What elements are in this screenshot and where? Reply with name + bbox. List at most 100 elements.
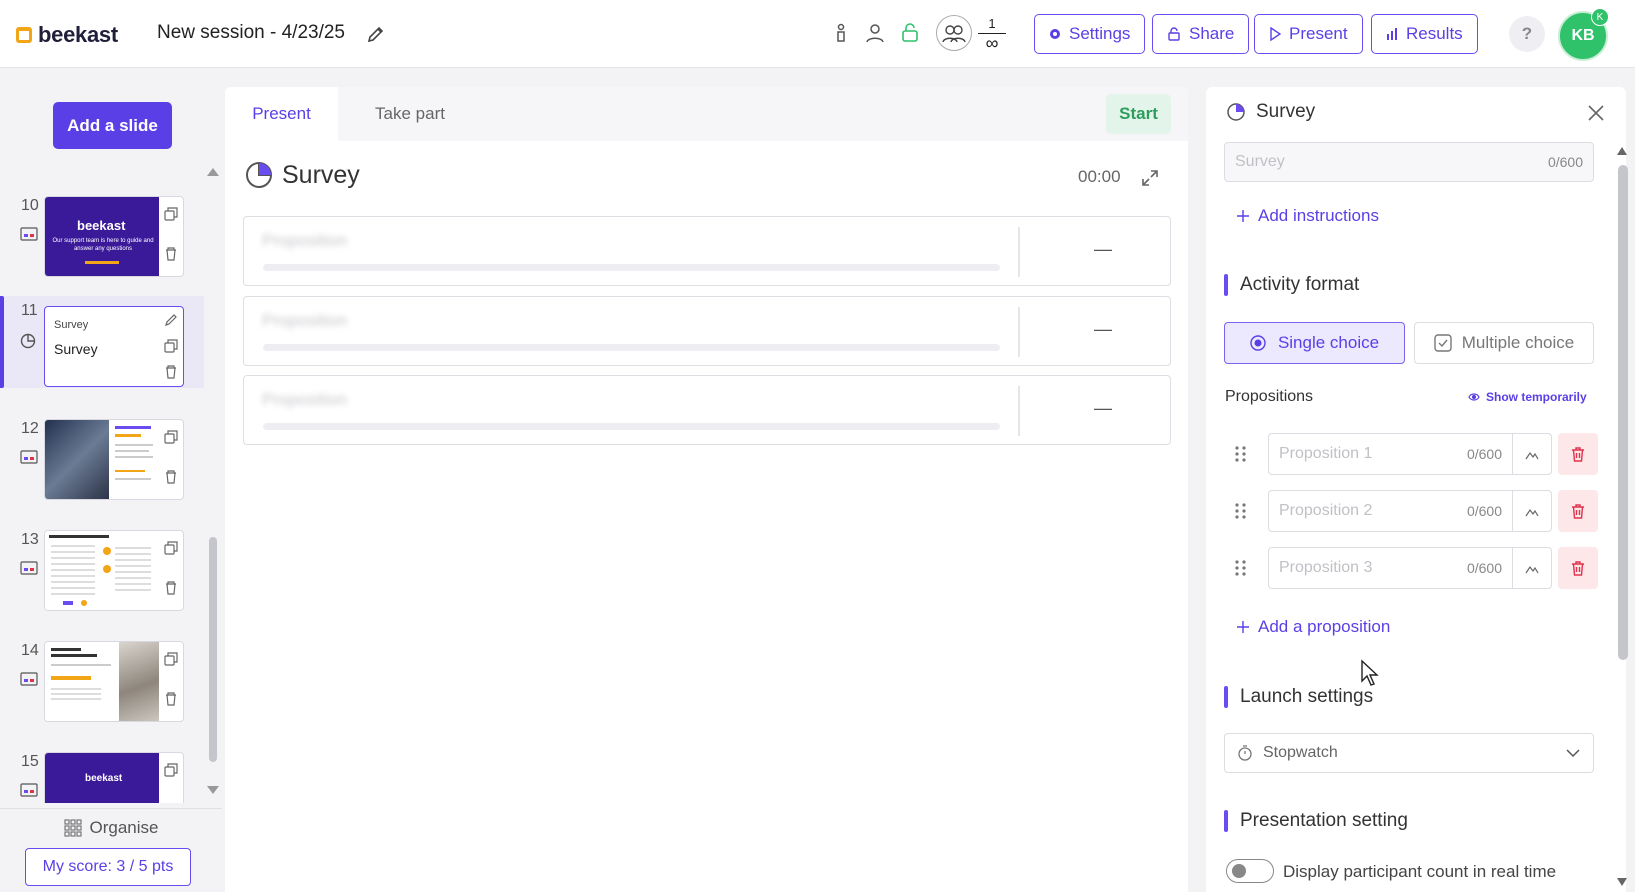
settings-button[interactable]: Settings bbox=[1034, 14, 1146, 54]
grid-icon bbox=[63, 818, 82, 837]
slide-thumbnail[interactable] bbox=[44, 641, 184, 722]
add-proposition-link[interactable]: Add a proposition bbox=[1236, 617, 1390, 637]
results-button[interactable]: Results bbox=[1371, 14, 1478, 54]
result-progress-bar bbox=[263, 264, 1000, 271]
edit-pencil-icon[interactable] bbox=[164, 313, 178, 327]
proposition-input[interactable]: Proposition 2 0/600 bbox=[1268, 490, 1513, 532]
slide-thumbnail[interactable]: Survey Survey bbox=[44, 306, 184, 387]
slide-thumbnail[interactable]: beekast Our support team is here to guid… bbox=[44, 196, 184, 277]
checkbox-icon bbox=[1434, 334, 1452, 352]
duplicate-icon[interactable] bbox=[164, 207, 178, 221]
beekast-logo[interactable]: beekast bbox=[16, 22, 118, 48]
start-button[interactable]: Start bbox=[1106, 94, 1171, 134]
proposition-input[interactable]: Proposition 3 0/600 bbox=[1268, 547, 1513, 589]
stopwatch-icon bbox=[1237, 745, 1253, 761]
trash-icon[interactable] bbox=[164, 581, 178, 595]
sidebar-scrollbar[interactable] bbox=[209, 537, 217, 762]
lock-icon bbox=[1167, 27, 1181, 41]
tab-present[interactable]: Present bbox=[225, 87, 338, 141]
char-counter: 0/600 bbox=[1466, 503, 1502, 519]
show-temporarily-link[interactable]: Show temporarily bbox=[1468, 390, 1587, 404]
slide-item[interactable]: 12 bbox=[0, 414, 205, 504]
duplicate-icon[interactable] bbox=[164, 430, 178, 444]
trash-icon[interactable] bbox=[164, 692, 178, 706]
drag-handle-icon[interactable] bbox=[1234, 445, 1248, 463]
duplicate-icon[interactable] bbox=[164, 763, 178, 777]
proposition-result-card: Proposition — bbox=[243, 375, 1171, 445]
scroll-up-arrow-icon[interactable] bbox=[206, 167, 220, 177]
slide-item-selected[interactable]: 11 Survey Survey bbox=[0, 296, 205, 388]
single-choice-option[interactable]: Single choice bbox=[1224, 322, 1405, 364]
participants-max: ∞ bbox=[985, 32, 999, 53]
trash-icon[interactable] bbox=[164, 247, 178, 261]
add-image-icon[interactable] bbox=[1512, 547, 1552, 589]
duplicate-icon[interactable] bbox=[164, 652, 178, 666]
add-slide-button[interactable]: Add a slide bbox=[53, 102, 172, 149]
avatar-badge: K bbox=[1591, 8, 1609, 26]
slide-thumbnail[interactable]: beekast bbox=[44, 752, 184, 803]
section-presentation-setting: Presentation setting bbox=[1224, 810, 1408, 832]
scroll-down-arrow-icon[interactable] bbox=[206, 785, 220, 795]
chevron-down-icon bbox=[1565, 745, 1581, 761]
multiple-choice-option[interactable]: Multiple choice bbox=[1414, 322, 1594, 364]
section-launch-settings: Launch settings bbox=[1224, 686, 1373, 708]
slide-number: 14 bbox=[21, 642, 39, 659]
mouse-cursor-icon bbox=[1360, 659, 1382, 687]
delete-proposition-icon[interactable] bbox=[1558, 547, 1598, 589]
result-progress-bar bbox=[263, 423, 1000, 430]
slide-thumbnail[interactable] bbox=[44, 530, 184, 611]
bar-chart-icon bbox=[1386, 28, 1398, 40]
slide-number: 15 bbox=[21, 753, 39, 770]
eye-icon bbox=[1468, 392, 1480, 402]
proposition-input[interactable]: Proposition 1 0/600 bbox=[1268, 433, 1513, 475]
slide-number: 10 bbox=[21, 197, 39, 214]
panel-scroll-up-arrow-icon[interactable] bbox=[1616, 146, 1628, 156]
result-value: — bbox=[1094, 319, 1112, 339]
trash-icon[interactable] bbox=[164, 365, 178, 379]
delete-proposition-icon[interactable] bbox=[1558, 490, 1598, 532]
participant-count-toggle[interactable] bbox=[1226, 859, 1274, 883]
slide-item[interactable]: 15 beekast bbox=[0, 747, 205, 803]
score-button[interactable]: My score: 3 / 5 pts bbox=[25, 848, 191, 886]
timer-display: 00:00 bbox=[1078, 167, 1121, 186]
char-counter: 0/600 bbox=[1547, 154, 1583, 170]
duplicate-icon[interactable] bbox=[164, 541, 178, 555]
lock-open-icon[interactable] bbox=[899, 22, 921, 44]
propositions-label: Propositions bbox=[1225, 388, 1314, 405]
slide-item[interactable]: 14 bbox=[0, 636, 205, 726]
panel-scroll-down-arrow-icon[interactable] bbox=[1616, 877, 1628, 887]
drag-handle-icon[interactable] bbox=[1234, 502, 1248, 520]
drag-handle-icon[interactable] bbox=[1234, 559, 1248, 577]
delete-proposition-icon[interactable] bbox=[1558, 433, 1598, 475]
content-slide-icon bbox=[20, 783, 38, 797]
edit-pencil-icon[interactable] bbox=[366, 24, 386, 44]
proposition-row: Proposition 3 0/600 bbox=[1226, 547, 1598, 589]
result-progress-bar bbox=[263, 344, 1000, 351]
duplicate-icon[interactable] bbox=[164, 339, 178, 353]
add-image-icon[interactable] bbox=[1512, 490, 1552, 532]
session-title[interactable]: New session - 4/23/25 bbox=[157, 22, 345, 44]
timer-mode-select[interactable]: Stopwatch bbox=[1224, 733, 1594, 773]
help-button[interactable]: ? bbox=[1509, 16, 1545, 52]
present-button[interactable]: Present bbox=[1254, 14, 1363, 54]
proposition-row: Proposition 2 0/600 bbox=[1226, 490, 1598, 532]
tab-take-part[interactable]: Take part bbox=[355, 87, 465, 141]
slide-item[interactable]: 10 beekast Our support team is here to g… bbox=[0, 191, 205, 281]
panel-scrollbar[interactable] bbox=[1618, 165, 1628, 660]
close-icon[interactable] bbox=[1586, 103, 1606, 123]
survey-title-input[interactable]: Survey 0/600 bbox=[1224, 142, 1594, 182]
add-image-icon[interactable] bbox=[1512, 433, 1552, 475]
share-button[interactable]: Share bbox=[1152, 14, 1250, 54]
panel-title: Survey bbox=[1226, 101, 1315, 123]
slide-item[interactable]: 13 bbox=[0, 525, 205, 615]
slide-thumbnail[interactable] bbox=[44, 419, 184, 500]
proposition-result-card: Proposition — bbox=[243, 216, 1171, 286]
organise-button[interactable]: Organise bbox=[0, 808, 222, 846]
participant-icon[interactable] bbox=[864, 22, 886, 44]
participant-counter[interactable]: 1 ∞ bbox=[936, 15, 1006, 53]
fullscreen-icon[interactable] bbox=[1140, 168, 1160, 188]
trash-icon[interactable] bbox=[164, 470, 178, 484]
content-slide-icon bbox=[20, 672, 38, 686]
add-instructions-link[interactable]: Add instructions bbox=[1236, 206, 1379, 226]
presenter-icon[interactable] bbox=[830, 22, 852, 44]
